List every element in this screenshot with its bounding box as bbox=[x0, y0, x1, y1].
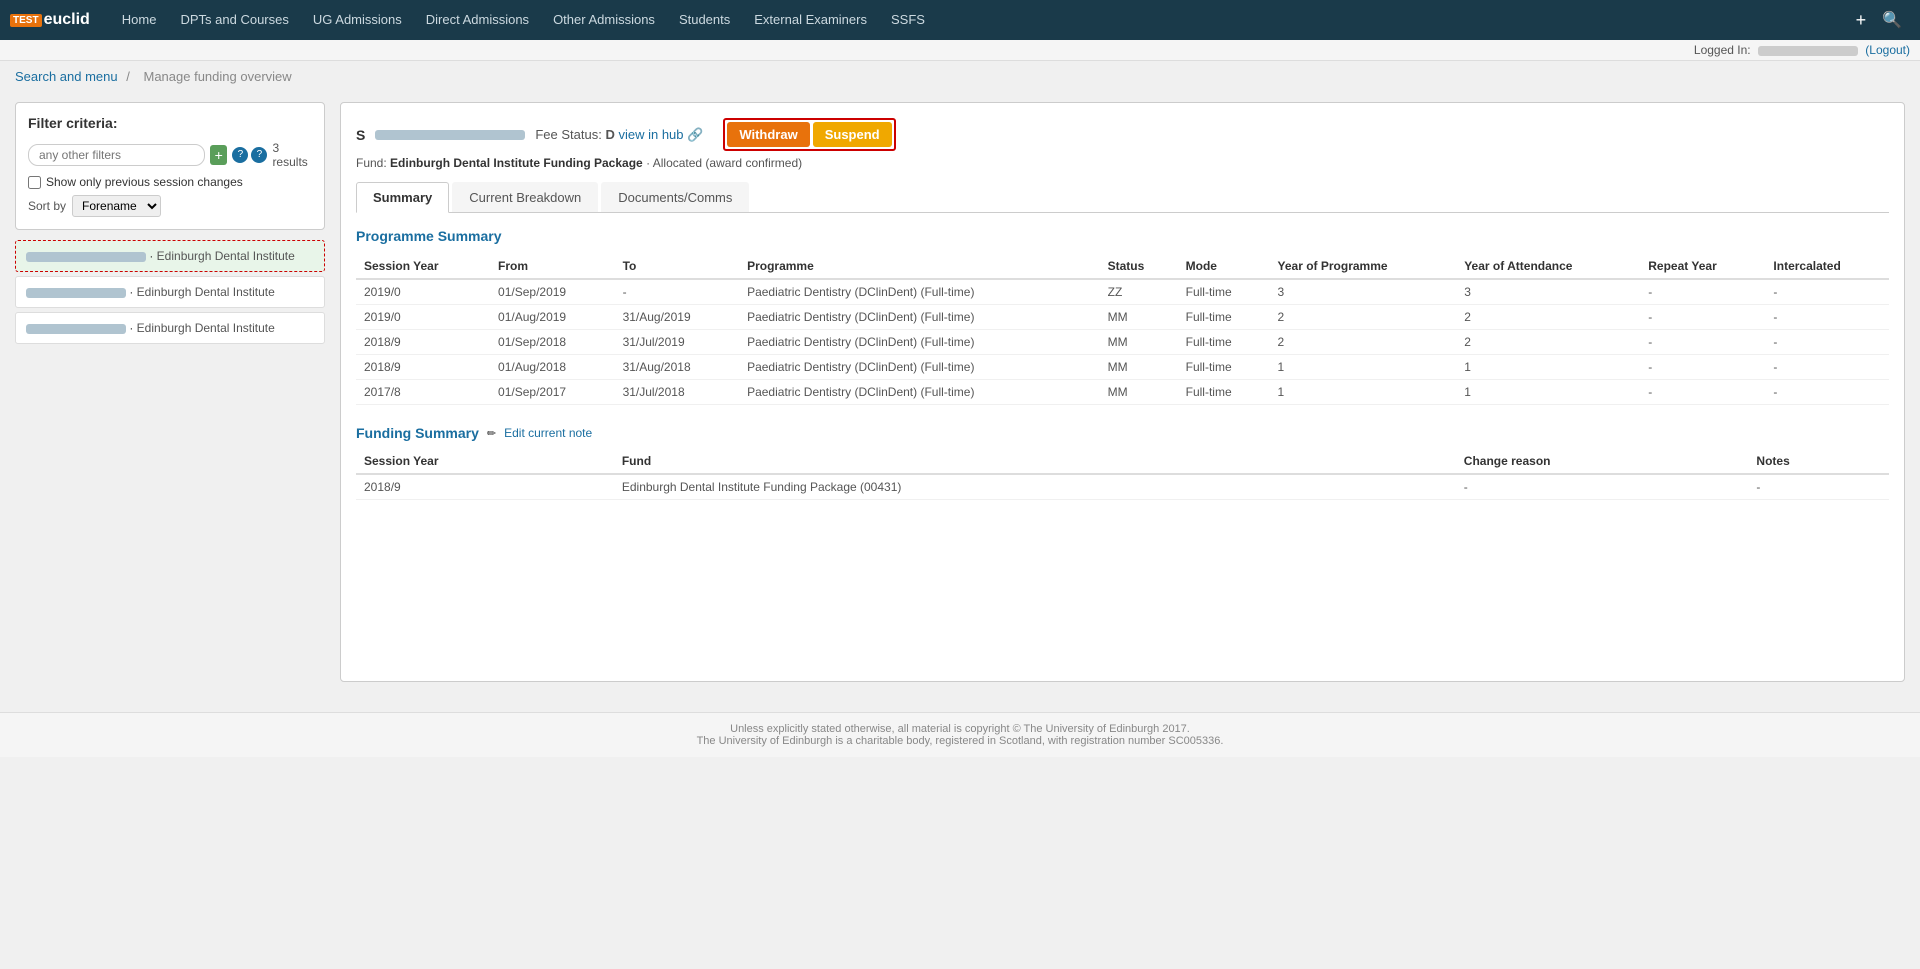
nav-item-ssfs[interactable]: SSFS bbox=[879, 0, 937, 40]
view-in-hub-link[interactable]: view in hub bbox=[618, 127, 683, 142]
student-id-redacted bbox=[26, 252, 146, 262]
edit-pencil-icon: ✏ bbox=[487, 427, 496, 440]
fund-col-session-year: Session Year bbox=[356, 449, 614, 474]
fund-col-fund: Fund bbox=[614, 449, 1456, 474]
fund-name: Edinburgh Dental Institute Funding Packa… bbox=[390, 156, 643, 170]
nav-search-button[interactable]: 🔍 bbox=[1874, 10, 1910, 30]
table-row: 2017/801/Sep/201731/Jul/2018Paediatric D… bbox=[356, 380, 1889, 405]
main-layout: Filter criteria: + ? ? 3 results Show on… bbox=[0, 92, 1920, 692]
student-name-link[interactable] bbox=[26, 285, 126, 299]
institute-label: Edinburgh Dental Institute bbox=[137, 321, 275, 335]
tab-summary[interactable]: Summary bbox=[356, 182, 449, 213]
sort-row: Sort by ForenameSurnameStudent ID bbox=[28, 195, 312, 217]
table-row: 2018/901/Sep/201831/Jul/2019Paediatric D… bbox=[356, 330, 1889, 355]
institute-label: Edinburgh Dental Institute bbox=[157, 249, 295, 263]
prog-col-programme: Programme bbox=[739, 254, 1100, 279]
table-row: 2019/001/Aug/201931/Aug/2019Paediatric D… bbox=[356, 305, 1889, 330]
prog-col-mode: Mode bbox=[1178, 254, 1270, 279]
logged-in-bar: Logged In: (Logout) bbox=[0, 40, 1920, 61]
sort-select[interactable]: ForenameSurnameStudent ID bbox=[72, 195, 161, 217]
institute-label: Edinburgh Dental Institute bbox=[137, 285, 275, 299]
sort-label: Sort by bbox=[28, 199, 66, 213]
prev-session-checkbox[interactable] bbox=[28, 176, 41, 189]
tab-documents/comms[interactable]: Documents/Comms bbox=[601, 182, 749, 212]
prog-col-repeat-year: Repeat Year bbox=[1640, 254, 1765, 279]
nav-item-students[interactable]: Students bbox=[667, 0, 742, 40]
withdraw-button[interactable]: Withdraw bbox=[727, 122, 809, 147]
logout-link[interactable]: (Logout) bbox=[1865, 43, 1910, 57]
breadcrumb-link[interactable]: Search and menu bbox=[15, 69, 118, 84]
nav-item-direct-admissions[interactable]: Direct Admissions bbox=[414, 0, 541, 40]
nav-item-external-examiners[interactable]: External Examiners bbox=[742, 0, 879, 40]
filter-row: + ? ? 3 results bbox=[28, 141, 312, 169]
results-count: 3 results bbox=[272, 141, 312, 169]
nav-item-home[interactable]: Home bbox=[110, 0, 169, 40]
filter-title: Filter criteria: bbox=[28, 115, 312, 131]
fee-status: Fee Status: D view in hub 🔗 bbox=[535, 127, 703, 143]
fund-info: Fund: Edinburgh Dental Institute Funding… bbox=[356, 156, 1889, 170]
filter-info-icons: ? ? bbox=[232, 147, 267, 163]
prog-col-intercalated: Intercalated bbox=[1765, 254, 1889, 279]
result-item[interactable]: · Edinburgh Dental Institute bbox=[15, 240, 325, 272]
nav-item-ug-admissions[interactable]: UG Admissions bbox=[301, 0, 414, 40]
fund-status: · Allocated (award confirmed) bbox=[646, 156, 802, 170]
student-id-redacted bbox=[26, 324, 126, 334]
result-item[interactable]: · Edinburgh Dental Institute bbox=[15, 276, 325, 308]
funding-summary-title: Funding Summary bbox=[356, 425, 479, 441]
student-name-link[interactable] bbox=[26, 321, 126, 335]
suspend-button[interactable]: Suspend bbox=[813, 122, 892, 147]
logged-in-label: Logged In: bbox=[1694, 43, 1751, 57]
tabs: SummaryCurrent BreakdownDocuments/Comms bbox=[356, 182, 1889, 213]
prog-col-to: To bbox=[615, 254, 740, 279]
prev-session-label: Show only previous session changes bbox=[46, 175, 243, 189]
programme-summary-title: Programme Summary bbox=[356, 228, 1889, 244]
tab-current-breakdown[interactable]: Current Breakdown bbox=[452, 182, 598, 212]
breadcrumb-current: Manage funding overview bbox=[144, 69, 292, 84]
fund-col-notes: Notes bbox=[1748, 449, 1889, 474]
logo-test-badge: TEST bbox=[10, 14, 42, 27]
funding-summary-header: Funding Summary ✏ Edit current note bbox=[356, 425, 1889, 441]
breadcrumb-separator: / bbox=[126, 69, 130, 84]
filter-box: Filter criteria: + ? ? 3 results Show on… bbox=[15, 102, 325, 230]
result-item[interactable]: · Edinburgh Dental Institute bbox=[15, 312, 325, 344]
right-panel: S Fee Status: D view in hub 🔗 Withdraw S… bbox=[340, 102, 1905, 682]
breadcrumb: Search and menu / Manage funding overvie… bbox=[0, 61, 1920, 92]
filter-add-button[interactable]: + bbox=[210, 145, 227, 165]
prog-col-year-of-programme: Year of Programme bbox=[1270, 254, 1457, 279]
prev-session-row: Show only previous session changes bbox=[28, 175, 312, 189]
filter-input[interactable] bbox=[28, 144, 205, 166]
info-icon-2[interactable]: ? bbox=[251, 147, 267, 163]
left-panel: Filter criteria: + ? ? 3 results Show on… bbox=[15, 102, 325, 682]
prog-col-status: Status bbox=[1100, 254, 1178, 279]
prog-col-from: From bbox=[490, 254, 615, 279]
edit-note-link[interactable]: Edit current note bbox=[504, 426, 592, 440]
logo-euclid-text: euclid bbox=[44, 11, 90, 29]
result-list: · Edinburgh Dental Institute · Edinburgh… bbox=[15, 240, 325, 344]
action-buttons: Withdraw Suspend bbox=[723, 118, 895, 151]
prog-col-session-year: Session Year bbox=[356, 254, 490, 279]
table-row: 2018/901/Aug/201831/Aug/2018Paediatric D… bbox=[356, 355, 1889, 380]
prog-col-year-of-attendance: Year of Attendance bbox=[1456, 254, 1640, 279]
nav-item-dpts-and-courses[interactable]: DPTs and Courses bbox=[168, 0, 300, 40]
programme-summary-table: Session YearFromToProgrammeStatusModeYea… bbox=[356, 254, 1889, 405]
table-row: 2019/001/Sep/2019-Paediatric Dentistry (… bbox=[356, 279, 1889, 305]
student-name-link[interactable] bbox=[26, 249, 146, 263]
footer-line1: Unless explicitly stated otherwise, all … bbox=[10, 723, 1910, 735]
fund-col-change-reason: Change reason bbox=[1456, 449, 1749, 474]
logo[interactable]: TEST euclid bbox=[10, 11, 90, 29]
student-id-redacted bbox=[375, 130, 525, 140]
footer-line2: The University of Edinburgh is a charita… bbox=[10, 735, 1910, 747]
footer: Unless explicitly stated otherwise, all … bbox=[0, 712, 1920, 757]
student-id-prefix: S bbox=[356, 127, 365, 143]
info-icon-1[interactable]: ? bbox=[232, 147, 248, 163]
student-id-redacted bbox=[26, 288, 126, 298]
funding-summary-table: Session YearFundChange reasonNotes 2018/… bbox=[356, 449, 1889, 500]
username-redacted bbox=[1758, 46, 1858, 56]
student-header: S Fee Status: D view in hub 🔗 Withdraw S… bbox=[356, 118, 1889, 151]
nav-item-other-admissions[interactable]: Other Admissions bbox=[541, 0, 667, 40]
table-row: 2018/9Edinburgh Dental Institute Funding… bbox=[356, 474, 1889, 500]
nav-add-button[interactable]: + bbox=[1848, 10, 1875, 31]
top-navigation: TEST euclid HomeDPTs and CoursesUG Admis… bbox=[0, 0, 1920, 40]
nav-menu: HomeDPTs and CoursesUG AdmissionsDirect … bbox=[110, 0, 1848, 40]
